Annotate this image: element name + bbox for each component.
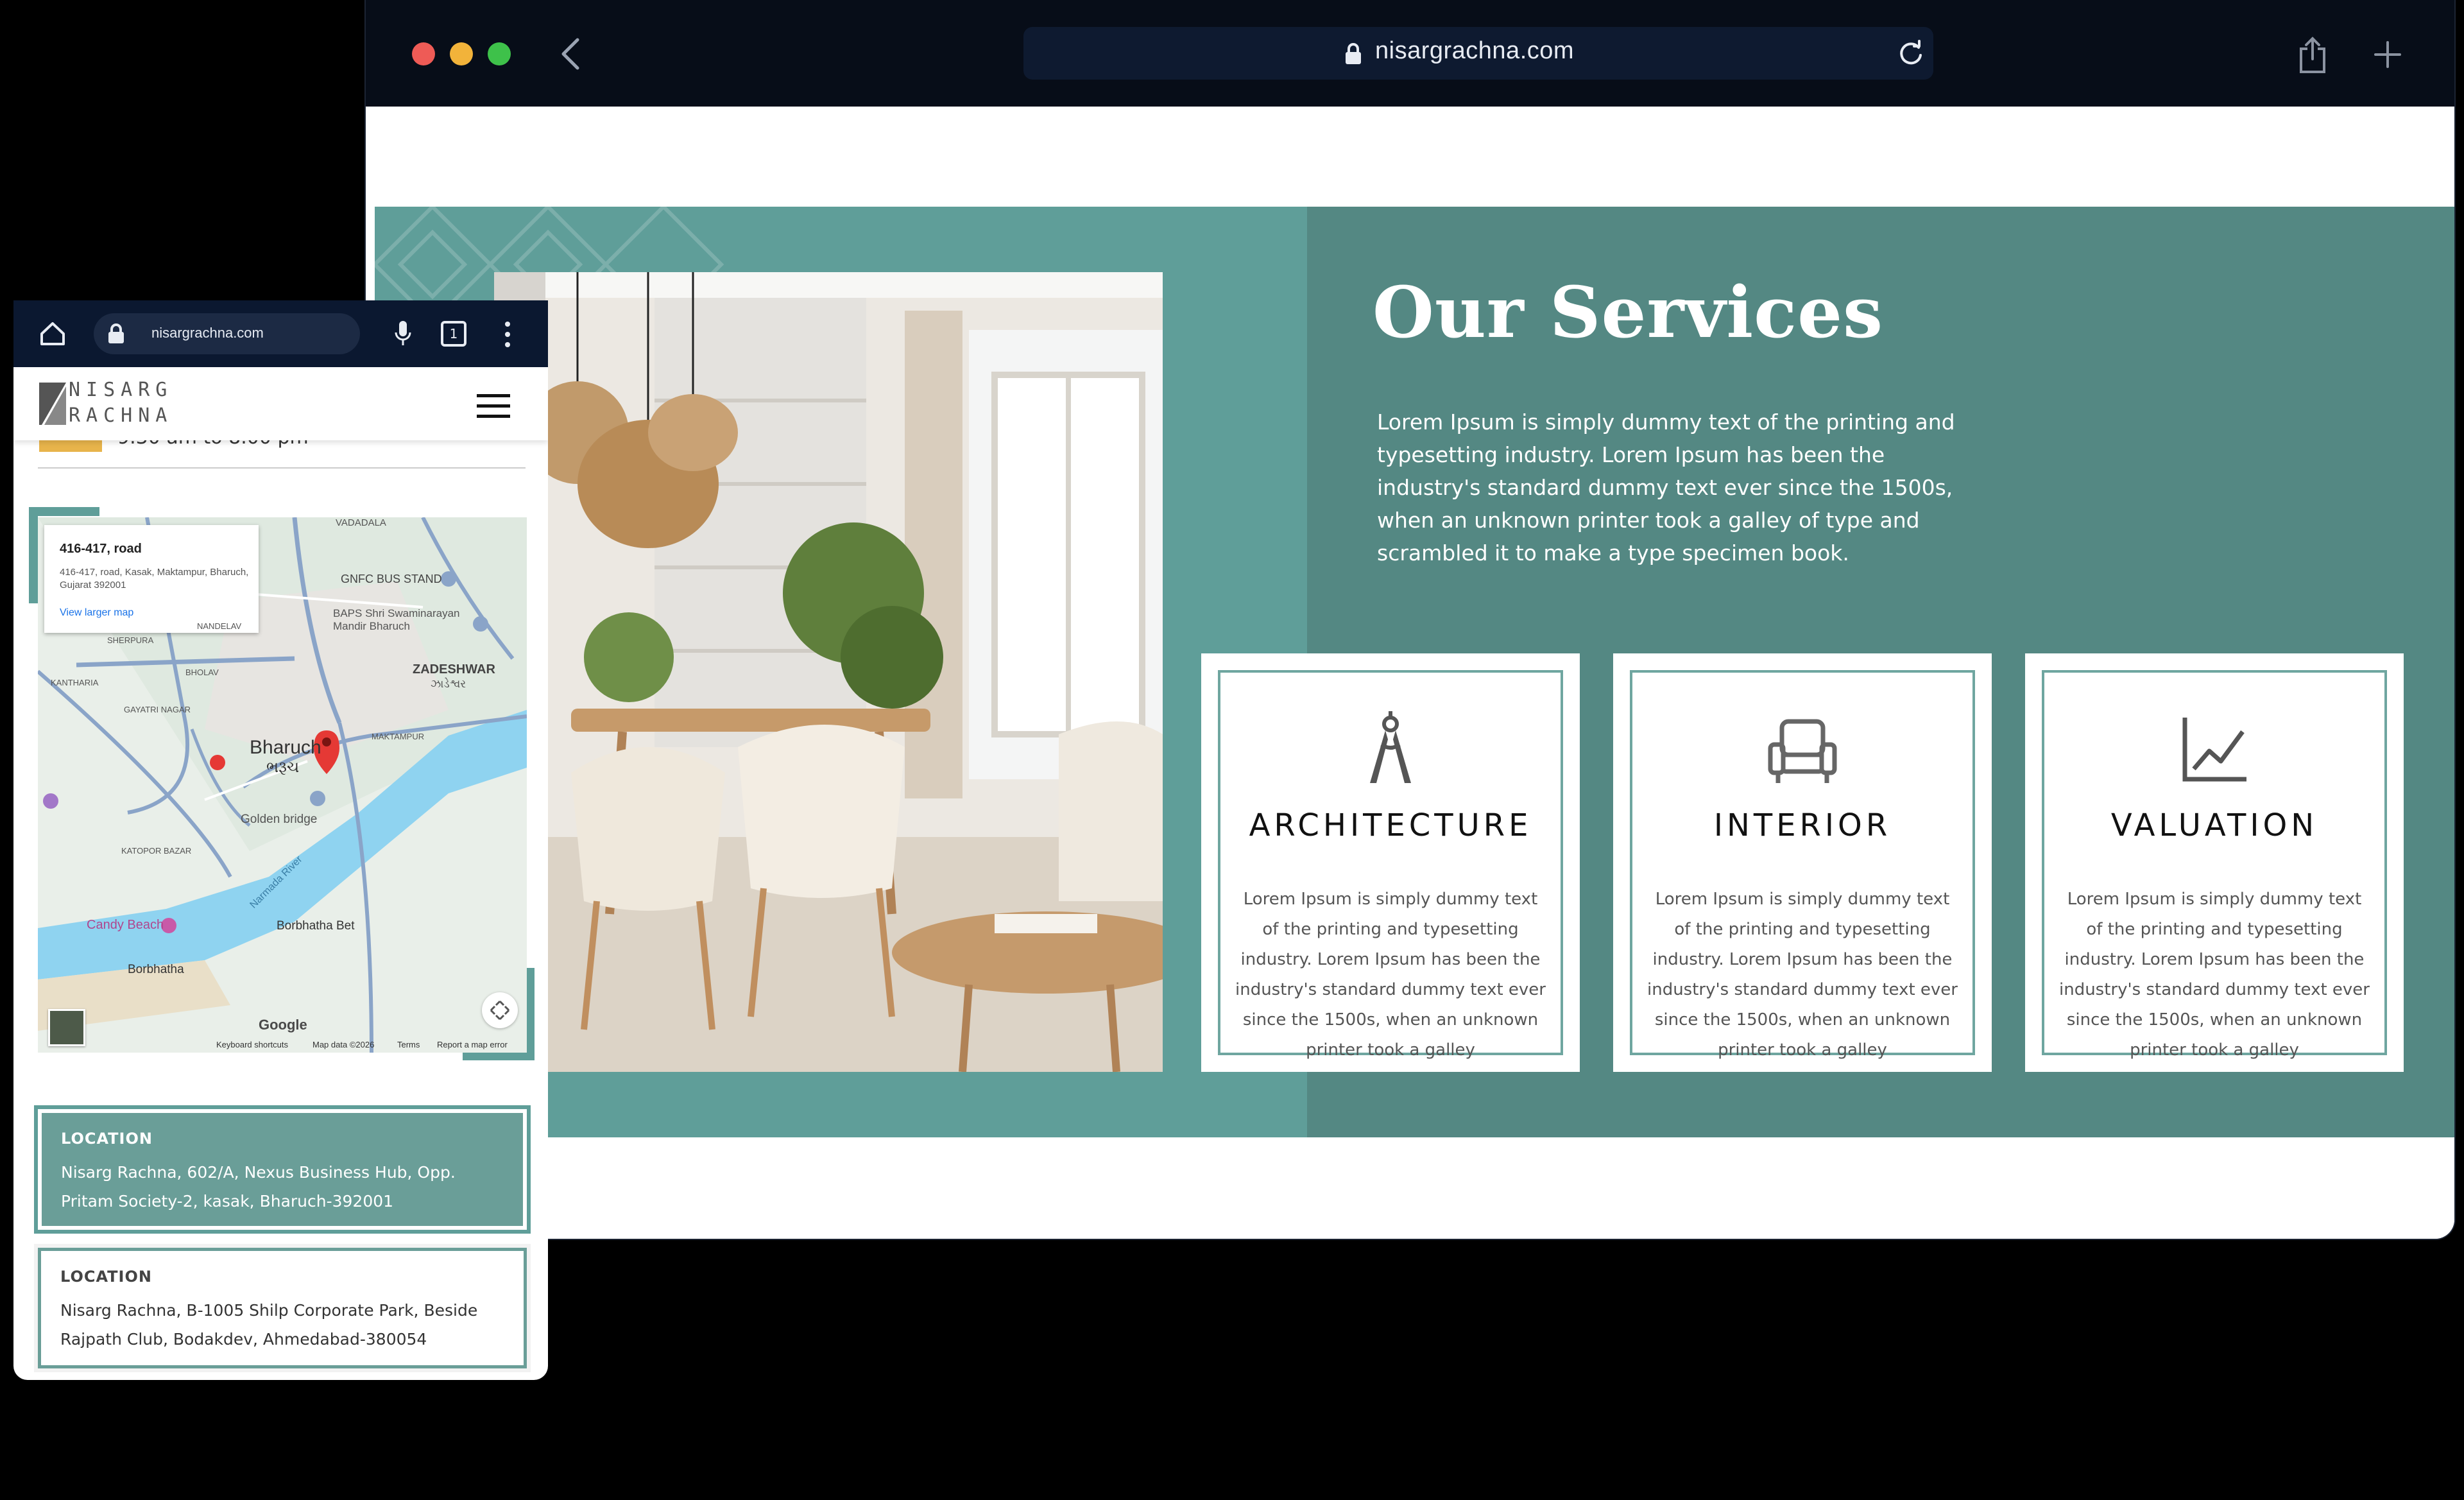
map-label: NANDELAV bbox=[197, 621, 242, 631]
tab-switcher-button[interactable]: 1 bbox=[441, 321, 466, 347]
address-text: nisargrachna.com bbox=[1375, 37, 1575, 64]
map-label: GAYATRI NAGAR bbox=[124, 705, 191, 714]
map-label: Borbhatha bbox=[128, 963, 184, 976]
map-info-title: 416-417, road bbox=[60, 542, 142, 556]
service-card-architecture[interactable]: ARCHITECTURE Lorem Ipsum is simply dummy… bbox=[1201, 653, 1580, 1072]
map-label: Golden bridge bbox=[241, 813, 318, 826]
logo-mark-icon[interactable] bbox=[38, 381, 69, 426]
map-label: Bharuch bbox=[250, 737, 321, 758]
back-arrow-icon[interactable] bbox=[558, 37, 584, 71]
logo-text-line1: NISARG bbox=[69, 379, 173, 401]
map-info-card: 416-417, road 416-417, road, Kasak, Makt… bbox=[44, 525, 259, 633]
map-label: SHERPURA bbox=[107, 635, 154, 645]
card-description: Lorem Ipsum is simply dummy text of the … bbox=[1647, 890, 1958, 1060]
card-border: VALUATION Lorem Ipsum is simply dummy te… bbox=[2042, 670, 2387, 1060]
services-section: Our Services Lorem Ipsum is simply dummy… bbox=[375, 207, 2454, 1137]
mobile-site-header: NISARG RACHNA bbox=[13, 367, 548, 440]
card-description: Lorem Ipsum is simply dummy text of the … bbox=[1235, 890, 1546, 1060]
card-title: ARCHITECTURE bbox=[1249, 807, 1532, 843]
service-card-valuation[interactable]: VALUATION Lorem Ipsum is simply dummy te… bbox=[2025, 653, 2404, 1072]
desktop-toolbar: nisargrachna.com bbox=[366, 0, 2454, 107]
lock-icon bbox=[1346, 43, 1361, 64]
fullscreen-icon bbox=[490, 1000, 510, 1021]
view-larger-map-link[interactable]: View larger map bbox=[60, 607, 133, 619]
map-label: ZADESHWAR bbox=[413, 662, 495, 677]
map-label: MAKTAMPUR bbox=[372, 732, 425, 741]
service-card-interior[interactable]: INTERIOR Lorem Ipsum is simply dummy tex… bbox=[1613, 653, 1992, 1072]
mobile-address-text: nisargrachna.com bbox=[151, 325, 264, 341]
desktop-browser-window: nisargrachna.com Our Services Lorem Ipsu… bbox=[366, 0, 2454, 1239]
compass-icon bbox=[1370, 711, 1411, 783]
services-description: Lorem Ipsum is simply dummy text of the … bbox=[1377, 409, 1955, 565]
card-title: INTERIOR bbox=[1713, 807, 1892, 843]
mobile-address-bar[interactable]: nisargrachna.com bbox=[94, 313, 360, 354]
address-bar[interactable]: nisargrachna.com bbox=[1023, 27, 1933, 80]
more-vertical-icon[interactable] bbox=[502, 320, 513, 349]
location-label: LOCATION bbox=[61, 1130, 153, 1148]
map-label: BHOLAV bbox=[185, 668, 219, 677]
location-address: Nisarg Rachna, 602/A, Nexus Business Hub… bbox=[61, 1163, 456, 1211]
close-window-button[interactable] bbox=[412, 42, 435, 65]
card-description: Lorem Ipsum is simply dummy text of the … bbox=[2059, 890, 2370, 1060]
card-border: ARCHITECTURE Lorem Ipsum is simply dummy… bbox=[1218, 670, 1563, 1060]
map-label: ભરૂચ bbox=[266, 759, 300, 776]
location-label: LOCATION bbox=[60, 1268, 152, 1286]
line-chart-icon bbox=[2182, 718, 2246, 782]
map-label: BAPS Shri Swaminarayan Mandir Bharuch bbox=[333, 607, 460, 632]
reload-icon[interactable] bbox=[1897, 40, 1924, 67]
lock-icon bbox=[108, 323, 124, 343]
map-label: GNFC BUS STAND bbox=[341, 573, 442, 585]
share-icon[interactable] bbox=[2296, 36, 2329, 74]
hamburger-menu-icon[interactable] bbox=[477, 393, 510, 418]
services-title: Our Services bbox=[1373, 271, 1884, 354]
card-title: VALUATION bbox=[2110, 807, 2318, 843]
divider bbox=[38, 467, 526, 469]
logo-text-line2: RACHNA bbox=[69, 404, 173, 427]
location-card-ahmedabad: LOCATION Nisarg Rachna, B-1005 Shilp Cor… bbox=[38, 1248, 527, 1368]
location-address: Nisarg Rachna, B-1005 Shilp Corporate Pa… bbox=[60, 1301, 478, 1349]
interior-photo bbox=[494, 272, 1163, 1072]
map-footer: Keyboard shortcuts Map data ©2026 Terms … bbox=[38, 1036, 527, 1053]
maximize-window-button[interactable] bbox=[488, 42, 511, 65]
map-label: Borbhatha Bet bbox=[277, 919, 355, 933]
embedded-google-map[interactable]: 416-417, road 416-417, road, Kasak, Makt… bbox=[38, 517, 527, 1053]
map-data-attribution: Map data ©2026 bbox=[312, 1040, 375, 1049]
fullscreen-button[interactable] bbox=[482, 992, 518, 1028]
terms-link[interactable]: Terms bbox=[397, 1040, 420, 1049]
mobile-toolbar: nisargrachna.com 1 bbox=[13, 300, 548, 367]
map-info-address: 416-417, road, Kasak, Maktampur, Bharuch… bbox=[60, 567, 249, 591]
mobile-browser-window: nisargrachna.com 1 NISARG RACHNA 9.30 am… bbox=[13, 300, 548, 1380]
google-logo: Google bbox=[259, 1017, 307, 1033]
page-content: Our Services Lorem Ipsum is simply dummy… bbox=[375, 107, 2454, 1239]
map-label: Candy Beach bbox=[87, 918, 164, 932]
minimize-window-button[interactable] bbox=[450, 42, 473, 65]
map-label: ઝાડેશ્વર bbox=[431, 678, 466, 690]
home-icon[interactable] bbox=[39, 321, 66, 347]
map-label: KANTHARIA bbox=[51, 678, 99, 687]
armchair-icon bbox=[1768, 719, 1837, 783]
report-map-error-link[interactable]: Report a map error bbox=[437, 1040, 508, 1049]
microphone-icon[interactable] bbox=[394, 320, 412, 348]
dining-room-illustration bbox=[494, 272, 1163, 1072]
keyboard-shortcuts-link[interactable]: Keyboard shortcuts bbox=[216, 1040, 288, 1049]
location-card-bharuch: LOCATION Nisarg Rachna, 602/A, Nexus Bus… bbox=[38, 1109, 527, 1230]
card-border: INTERIOR Lorem Ipsum is simply dummy tex… bbox=[1630, 670, 1975, 1060]
new-tab-plus-icon[interactable] bbox=[2373, 40, 2402, 69]
map-label: VADADALA bbox=[336, 517, 386, 528]
map-label: KATOPOR BAZAR bbox=[121, 846, 192, 856]
